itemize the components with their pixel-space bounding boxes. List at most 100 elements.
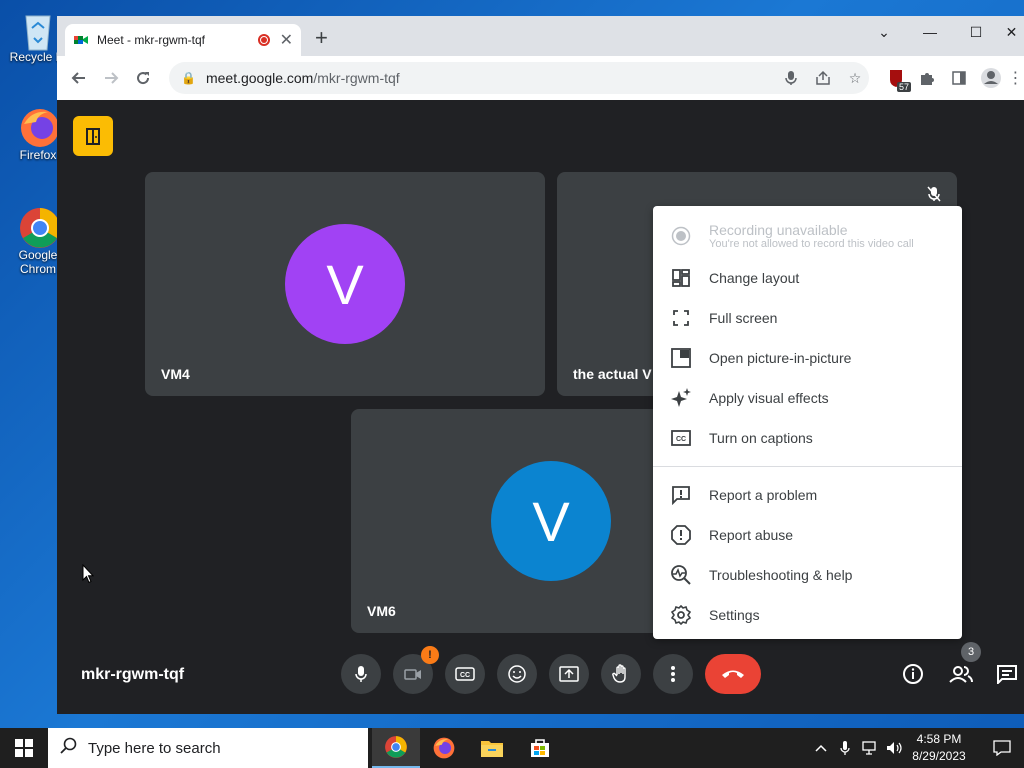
side-panel-icon[interactable] xyxy=(943,62,975,94)
browser-toolbar: 🔒 meet.google.com/mkr-rgwm-tqf ☆ 57 ⋮ xyxy=(57,56,1024,100)
meeting-details-button[interactable] xyxy=(893,654,933,694)
sparkle-icon xyxy=(669,386,693,410)
taskbar-file-explorer[interactable] xyxy=(468,728,516,768)
menu-item-label: Report abuse xyxy=(709,527,794,543)
menu-item-change-layout[interactable]: Change layout xyxy=(653,258,962,298)
end-call-button[interactable] xyxy=(705,654,761,694)
svg-text:CC: CC xyxy=(676,436,686,443)
clock-date: 8/29/2023 xyxy=(912,749,966,763)
menu-item-settings[interactable]: Settings xyxy=(653,595,962,635)
menu-item-picture-in-picture[interactable]: Open picture-in-picture xyxy=(653,338,962,378)
chrome-icon xyxy=(385,736,407,758)
report-problem-icon xyxy=(669,483,693,507)
new-tab-button[interactable]: + xyxy=(315,27,328,49)
mic-icon xyxy=(355,666,367,682)
menu-item-label: Open picture-in-picture xyxy=(709,350,852,366)
troubleshoot-icon xyxy=(669,563,693,587)
participant-tile[interactable]: V VM4 xyxy=(145,172,545,396)
menu-divider xyxy=(653,466,962,467)
share-icon[interactable] xyxy=(809,64,837,92)
people-count-badge: 3 xyxy=(961,642,981,662)
url-path: /mkr-rgwm-tqf xyxy=(313,70,400,86)
taskbar-clock[interactable]: 4:58 PM 8/29/2023 xyxy=(904,731,974,765)
hang-up-icon xyxy=(722,670,744,678)
menu-item-label: Settings xyxy=(709,607,760,623)
emoji-reaction-button[interactable] xyxy=(497,654,537,694)
microphone-button[interactable] xyxy=(341,654,381,694)
present-icon xyxy=(559,666,579,682)
start-button[interactable] xyxy=(0,728,48,768)
extensions-puzzle-icon[interactable] xyxy=(911,62,943,94)
back-button[interactable] xyxy=(63,62,95,94)
volume-icon[interactable] xyxy=(886,728,904,768)
tab-search-icon[interactable]: ⌄ xyxy=(861,16,907,48)
address-bar[interactable]: 🔒 meet.google.com/mkr-rgwm-tqf xyxy=(169,62,869,94)
notifications-icon[interactable] xyxy=(980,728,1024,768)
layout-icon xyxy=(669,266,693,290)
recording-title: Recording unavailable xyxy=(709,222,848,238)
menu-item-full-screen[interactable]: Full screen xyxy=(653,298,962,338)
menu-item-label: Report a problem xyxy=(709,487,818,503)
taskbar-store[interactable] xyxy=(516,728,564,768)
menu-item-label: Turn on captions xyxy=(709,430,813,446)
tab-close-icon[interactable]: ✕ xyxy=(280,30,293,50)
menu-item-visual-effects[interactable]: Apply visual effects xyxy=(653,378,962,418)
report-abuse-icon xyxy=(669,523,693,547)
menu-item-report-problem[interactable]: Report a problem xyxy=(653,475,962,515)
chrome-menu-icon[interactable]: ⋮ xyxy=(1007,62,1024,94)
menu-item-captions[interactable]: CC Turn on captions xyxy=(653,418,962,458)
profile-avatar-icon[interactable] xyxy=(975,62,1007,94)
url-host: meet.google.com xyxy=(205,70,314,86)
menu-item-troubleshooting[interactable]: Troubleshooting & help xyxy=(653,555,962,595)
network-icon[interactable] xyxy=(862,728,880,768)
recycle-bin-icon xyxy=(18,8,58,51)
present-screen-button[interactable] xyxy=(549,654,589,694)
forward-button[interactable] xyxy=(95,62,127,94)
tab-meet[interactable]: Meet - mkr-rgwm-tqf ✕ xyxy=(65,24,301,56)
more-options-button[interactable] xyxy=(653,654,693,694)
search-placeholder: Type here to search xyxy=(88,739,221,757)
raise-hand-button[interactable] xyxy=(601,654,641,694)
firefox-icon xyxy=(433,737,455,759)
menu-item-label: Apply visual effects xyxy=(709,390,829,406)
reload-icon xyxy=(137,72,150,85)
maximize-button[interactable]: ☐ xyxy=(953,16,999,48)
menu-item-report-abuse[interactable]: Report abuse xyxy=(653,515,962,555)
forward-arrow-icon xyxy=(105,72,119,84)
taskbar-search-box[interactable]: Type here to search xyxy=(48,728,368,768)
participant-name: VM6 xyxy=(367,603,396,619)
taskbar: Type here to search 4:58 PM 8/29/2023 xyxy=(0,728,1024,768)
taskbar-firefox[interactable] xyxy=(420,728,468,768)
menu-item-recording: Recording unavailable You're not allowed… xyxy=(653,214,962,258)
store-icon xyxy=(531,739,549,757)
chat-button[interactable] xyxy=(989,654,1024,694)
bookmark-star-icon[interactable]: ☆ xyxy=(841,64,869,92)
camera-warning-badge: ! xyxy=(421,646,439,664)
recording-subtitle: You're not allowed to record this video … xyxy=(709,238,914,250)
mic-in-use-icon[interactable] xyxy=(777,64,805,92)
extension-badge-icon[interactable]: 57 xyxy=(881,62,913,94)
taskbar-chrome[interactable] xyxy=(372,728,420,768)
browser-window: Meet - mkr-rgwm-tqf ✕ + ⌄ — ☐ ✕ 🔒 meet.g… xyxy=(57,16,1024,714)
close-window-button[interactable]: ✕ xyxy=(999,16,1024,48)
more-options-menu: Recording unavailable You're not allowed… xyxy=(653,206,962,639)
minimize-button[interactable]: — xyxy=(907,16,953,48)
firefox-icon xyxy=(18,106,59,147)
camera-button[interactable]: ! xyxy=(393,646,439,694)
fullscreen-icon xyxy=(669,306,693,330)
meet-main-area: V VM4 the actual V V VM6 mkr-rgwm-tqf ! … xyxy=(57,100,1024,714)
captions-button[interactable]: CC xyxy=(445,654,485,694)
avatar: V xyxy=(285,224,405,344)
show-hidden-icons-icon[interactable] xyxy=(814,728,828,768)
lock-icon: 🔒 xyxy=(181,71,196,85)
muted-mic-icon xyxy=(927,186,941,205)
participant-name: VM4 xyxy=(161,366,190,382)
tab-strip: Meet - mkr-rgwm-tqf ✕ + ⌄ — ☐ ✕ xyxy=(57,16,1024,56)
emoji-icon xyxy=(508,665,526,683)
reload-button[interactable] xyxy=(127,62,159,94)
mouse-cursor-icon xyxy=(82,563,95,589)
pip-icon xyxy=(669,346,693,370)
tray-microphone-icon[interactable] xyxy=(840,728,850,768)
meet-exit-door-icon[interactable] xyxy=(73,116,113,156)
clock-time: 4:58 PM xyxy=(916,732,962,746)
